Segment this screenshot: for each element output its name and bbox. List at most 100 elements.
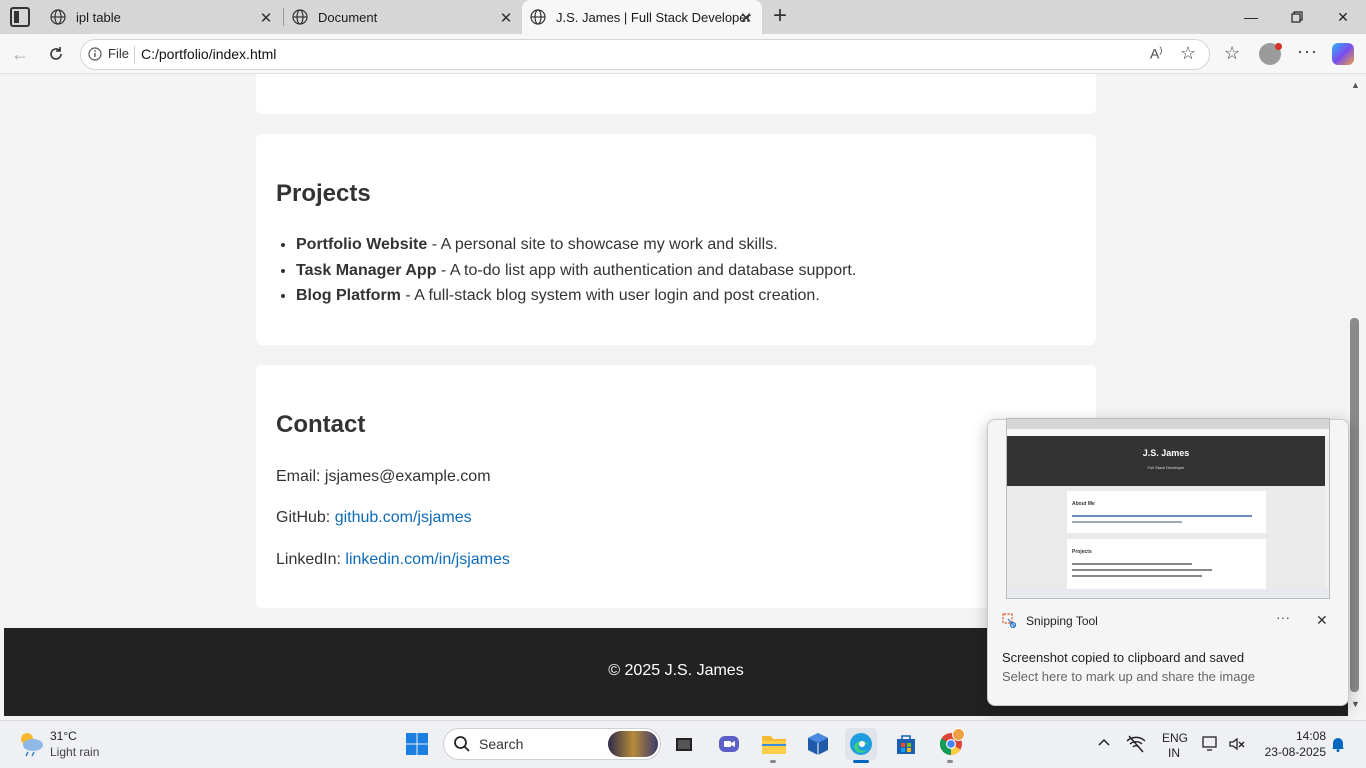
virtualbox-icon[interactable] xyxy=(802,728,834,760)
about-card-bottom xyxy=(256,74,1096,114)
preview-projects-heading: Projects xyxy=(1072,549,1092,555)
microsoft-store-icon[interactable] xyxy=(890,728,922,760)
preview-about-card xyxy=(1067,491,1266,533)
restore-icon[interactable] xyxy=(1274,0,1320,34)
scrollbar-thumb[interactable] xyxy=(1350,318,1359,692)
active-app-indicator xyxy=(853,760,869,763)
back-icon[interactable]: ← xyxy=(6,42,34,66)
more-options-icon[interactable]: ··· xyxy=(1297,41,1318,62)
weather-desc: Light rain xyxy=(50,745,100,759)
clock-time[interactable]: 14:08 xyxy=(1260,729,1326,743)
tray-overflow-icon[interactable] xyxy=(1097,735,1111,752)
preview-scrollbar xyxy=(1325,436,1329,589)
email-line: Email: jsjames@example.com xyxy=(276,468,491,486)
project-desc: - A to-do list app with authentication a… xyxy=(436,261,857,279)
linkedin-line: LinkedIn: linkedin.com/in/jsjames xyxy=(276,551,510,569)
copilot-icon[interactable] xyxy=(1332,43,1354,65)
read-aloud-icon[interactable]: A) xyxy=(1150,45,1162,62)
github-line: GitHub: github.com/jsjames xyxy=(276,509,472,527)
email-label: Email: xyxy=(276,468,325,485)
screenshot-preview[interactable]: J.S. James Full Stack Developer About Me… xyxy=(1006,418,1330,599)
toast-more-icon[interactable]: ··· xyxy=(1276,609,1290,625)
toast-close-icon[interactable]: ✕ xyxy=(1316,612,1328,629)
github-label: GitHub: xyxy=(276,509,335,526)
linkedin-label: LinkedIn: xyxy=(276,551,346,568)
new-tab-icon[interactable]: + xyxy=(768,4,792,28)
preview-header xyxy=(1007,436,1325,486)
list-item: Task Manager App - A to-do list app with… xyxy=(296,262,1076,288)
github-link[interactable]: github.com/jsjames xyxy=(335,509,472,526)
contact-section xyxy=(256,365,1096,608)
preview-taskbar xyxy=(1007,589,1329,598)
preview-addressbar xyxy=(1007,429,1329,436)
favorite-star-icon[interactable]: ☆ xyxy=(1180,43,1196,64)
running-indicator xyxy=(947,760,953,763)
preview-tabbar xyxy=(1007,419,1329,429)
network-icon[interactable] xyxy=(1126,735,1146,758)
globe-icon xyxy=(50,9,66,25)
info-icon xyxy=(88,46,102,61)
tab-actions-icon-inner xyxy=(14,11,19,23)
list-item: Portfolio Website - A personal site to s… xyxy=(296,236,1076,262)
snipping-tool-icon xyxy=(1002,613,1018,629)
globe-icon xyxy=(292,9,308,25)
profile-badge xyxy=(1275,43,1282,50)
toast-subtitle: Select here to mark up and share the ima… xyxy=(1002,669,1255,684)
refresh-icon[interactable] xyxy=(42,42,70,66)
address-divider xyxy=(134,46,135,64)
project-name: Portfolio Website xyxy=(296,236,428,253)
edge-icon[interactable] xyxy=(845,728,877,760)
tab-title: Document xyxy=(318,9,378,25)
preview-about-line xyxy=(1072,521,1182,523)
project-desc: - A personal site to showcase my work an… xyxy=(427,236,778,253)
search-icon xyxy=(453,735,471,758)
preview-about-heading: About Me xyxy=(1072,501,1095,507)
preview-projects-line xyxy=(1072,575,1202,577)
tab-portfolio[interactable]: J.S. James | Full Stack Developer ✕ xyxy=(522,0,762,34)
preview-name: J.S. James xyxy=(1142,448,1190,458)
weather-temp: 31°C xyxy=(50,729,77,743)
scroll-down-icon[interactable]: ▼ xyxy=(1351,699,1360,709)
scheme-label: File xyxy=(108,46,129,61)
preview-projects-line xyxy=(1072,563,1192,565)
minimize-icon[interactable]: — xyxy=(1228,0,1274,34)
tab-actions-icon[interactable] xyxy=(10,7,30,27)
site-info-button[interactable]: File xyxy=(88,46,129,61)
projects-list: Portfolio Website - A personal site to s… xyxy=(296,236,1076,313)
file-explorer-icon[interactable] xyxy=(758,728,790,760)
close-tab-icon[interactable]: ✕ xyxy=(258,9,274,27)
contact-heading: Contact xyxy=(276,411,366,438)
tab-document[interactable]: Document ✕ xyxy=(284,0,522,34)
display-icon[interactable] xyxy=(1202,735,1220,758)
teams-chat-icon[interactable] xyxy=(713,728,745,760)
tab-title: J.S. James | Full Stack Developer xyxy=(556,9,751,25)
clock-date[interactable]: 23-08-2025 xyxy=(1254,745,1326,759)
close-tab-icon[interactable]: ✕ xyxy=(498,9,514,27)
search-highlight-image xyxy=(608,731,658,757)
volume-muted-icon[interactable] xyxy=(1228,735,1246,758)
toast-title: Screenshot copied to clipboard and saved xyxy=(1002,650,1245,665)
linkedin-link[interactable]: linkedin.com/in/jsjames xyxy=(345,551,510,568)
close-window-icon[interactable]: ✕ xyxy=(1320,0,1366,34)
task-view-icon[interactable] xyxy=(668,728,700,760)
project-name: Blog Platform xyxy=(296,287,401,304)
close-tab-icon[interactable]: ✕ xyxy=(738,9,754,27)
project-desc: - A full-stack blog system with user log… xyxy=(400,287,820,304)
weather-icon[interactable] xyxy=(16,728,46,758)
search-placeholder: Search xyxy=(479,736,524,752)
language-top[interactable]: ENG xyxy=(1162,731,1188,745)
globe-icon xyxy=(530,9,546,25)
notification-bell-icon[interactable] xyxy=(1330,736,1346,757)
tab-ipl-table[interactable]: ipl table ✕ xyxy=(42,0,282,34)
preview-projects-line xyxy=(1072,569,1212,571)
language-bottom[interactable]: IN xyxy=(1162,746,1186,760)
start-icon[interactable] xyxy=(401,728,433,760)
chrome-profile-badge xyxy=(952,728,965,741)
preview-tagline: Full Stack Developer xyxy=(1147,465,1185,470)
email-value: jsjames@example.com xyxy=(324,468,491,485)
project-name: Task Manager App xyxy=(296,261,437,279)
favorites-icon[interactable]: ☆ xyxy=(1224,43,1240,64)
url-text[interactable]: C:/portfolio/index.html xyxy=(141,46,276,62)
scroll-up-icon[interactable]: ▲ xyxy=(1351,80,1360,90)
list-item: Blog Platform - A full-stack blog system… xyxy=(296,287,1076,313)
